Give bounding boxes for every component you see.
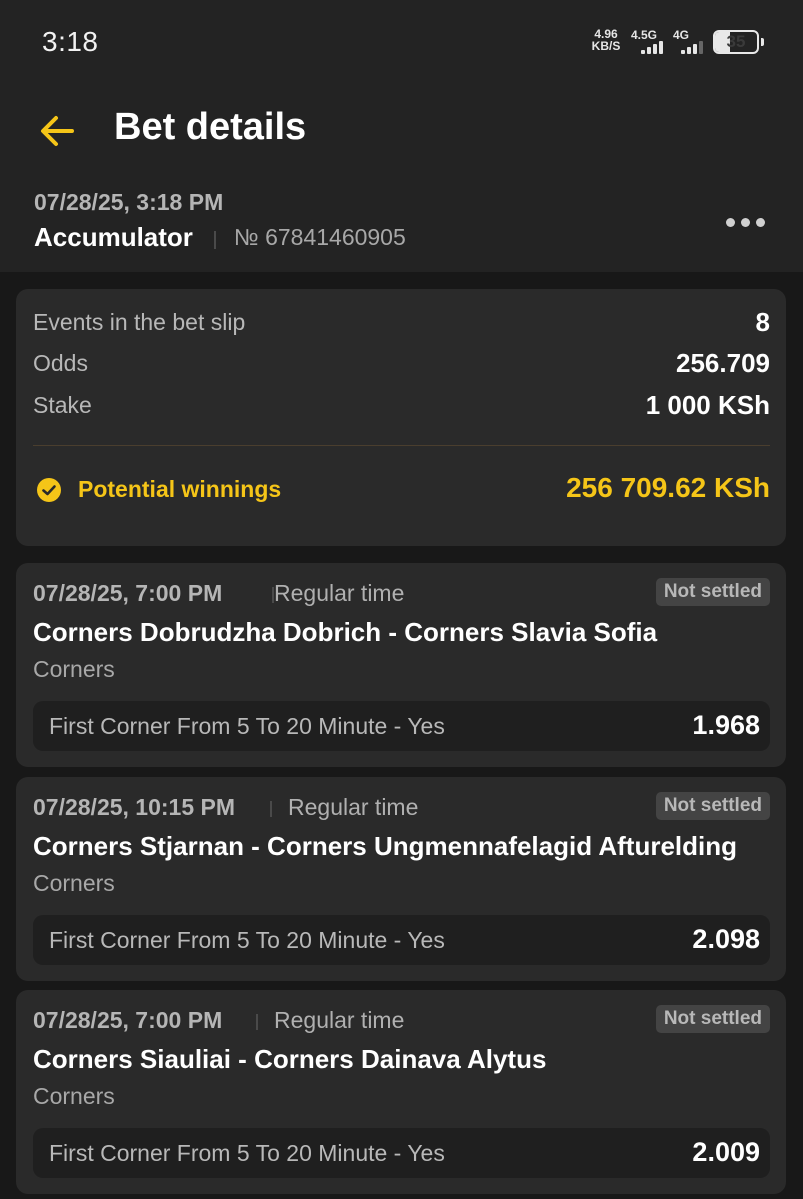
summary-label: Stake — [33, 392, 92, 418]
event-period: Regular time — [274, 1007, 405, 1033]
bet-number: № 67841460905 — [234, 224, 406, 250]
pick-odds: 2.009 — [692, 1137, 760, 1167]
pick-label: First Corner From 5 To 20 Minute - Yes — [49, 927, 445, 953]
event-period: Regular time — [274, 580, 405, 606]
separator — [256, 1014, 258, 1030]
pick-label: First Corner From 5 To 20 Minute - Yes — [49, 713, 445, 739]
summary-row-odds: Odds 256.709 — [33, 348, 770, 382]
separator — [214, 231, 216, 249]
event-date: 07/28/25, 10:15 PM — [33, 794, 236, 820]
pick-odds: 2.098 — [692, 924, 760, 954]
event-pick: First Corner From 5 To 20 Minute - Yes 1… — [33, 701, 770, 751]
bet-type: Accumulator — [34, 222, 193, 252]
bet-summary-card: Events in the bet slip 8 Odds 256.709 St… — [16, 289, 786, 546]
summary-value: 8 — [755, 307, 770, 337]
pick-label: First Corner From 5 To 20 Minute - Yes — [49, 1140, 445, 1166]
summary-label: Odds — [33, 350, 88, 376]
event-period: Regular time — [288, 794, 419, 820]
pick-odds: 1.968 — [692, 710, 760, 740]
divider — [33, 445, 770, 446]
network-speed: 4.96 KB/S — [589, 28, 623, 52]
battery-percent: 35 — [726, 32, 746, 51]
event-pick: First Corner From 5 To 20 Minute - Yes 2… — [33, 915, 770, 965]
event-card[interactable]: 07/28/25, 7:00 PM Regular time Not settl… — [16, 990, 786, 1194]
more-options-icon[interactable] — [724, 210, 768, 234]
event-card[interactable]: 07/28/25, 10:15 PM Regular time Not sett… — [16, 777, 786, 981]
event-market: Corners — [33, 656, 115, 682]
event-date: 07/28/25, 7:00 PM — [33, 580, 223, 606]
status-badge: Not settled — [655, 1005, 770, 1033]
status-badge: Not settled — [655, 792, 770, 820]
summary-row-events: Events in the bet slip 8 — [33, 307, 770, 341]
summary-label: Events in the bet slip — [33, 309, 246, 335]
event-market: Corners — [33, 870, 115, 896]
event-market: Corners — [33, 1083, 115, 1109]
bet-date: 07/28/25, 3:18 PM — [34, 189, 224, 215]
event-card[interactable]: 07/28/25, 7:00 PM Regular time Not settl… — [16, 563, 786, 767]
event-match: Corners Stjarnan - Corners Ungmennafelag… — [33, 831, 738, 861]
summary-value: 256.709 — [676, 348, 770, 378]
status-time: 3:18 — [42, 26, 99, 57]
status-bar: 3:18 4.96 KB/S 4.5G 4G 35 — [0, 0, 803, 86]
signal-icon-45g: 4.5G — [631, 28, 667, 56]
event-date: 07/28/25, 7:00 PM — [33, 1007, 223, 1033]
status-badge: Not settled — [655, 578, 770, 606]
page-title: Bet details — [114, 106, 307, 148]
summary-row-stake: Stake 1 000 KSh — [33, 390, 770, 424]
header: Bet details 07/28/25, 3:18 PM Accumulato… — [0, 86, 803, 272]
back-arrow-icon[interactable] — [38, 112, 76, 150]
signal-label: 4G — [673, 28, 690, 42]
battery-tip — [761, 38, 764, 46]
event-match: Corners Dobrudzha Dobrich - Corners Slav… — [33, 617, 658, 647]
potential-winnings-value: 256 709.62 KSh — [566, 472, 770, 503]
event-match: Corners Siauliai - Corners Dainava Alytu… — [33, 1044, 547, 1074]
network-speed-unit: KB/S — [591, 39, 621, 53]
signal-icon-4g: 4G — [673, 28, 709, 56]
check-circle-icon — [37, 478, 61, 502]
summary-value: 1 000 KSh — [645, 390, 770, 420]
signal-label: 4.5G — [631, 28, 658, 42]
separator — [270, 801, 272, 817]
battery-icon: 35 — [713, 30, 759, 54]
event-pick: First Corner From 5 To 20 Minute - Yes 2… — [33, 1128, 770, 1178]
potential-winnings-label: Potential winnings — [78, 476, 282, 502]
